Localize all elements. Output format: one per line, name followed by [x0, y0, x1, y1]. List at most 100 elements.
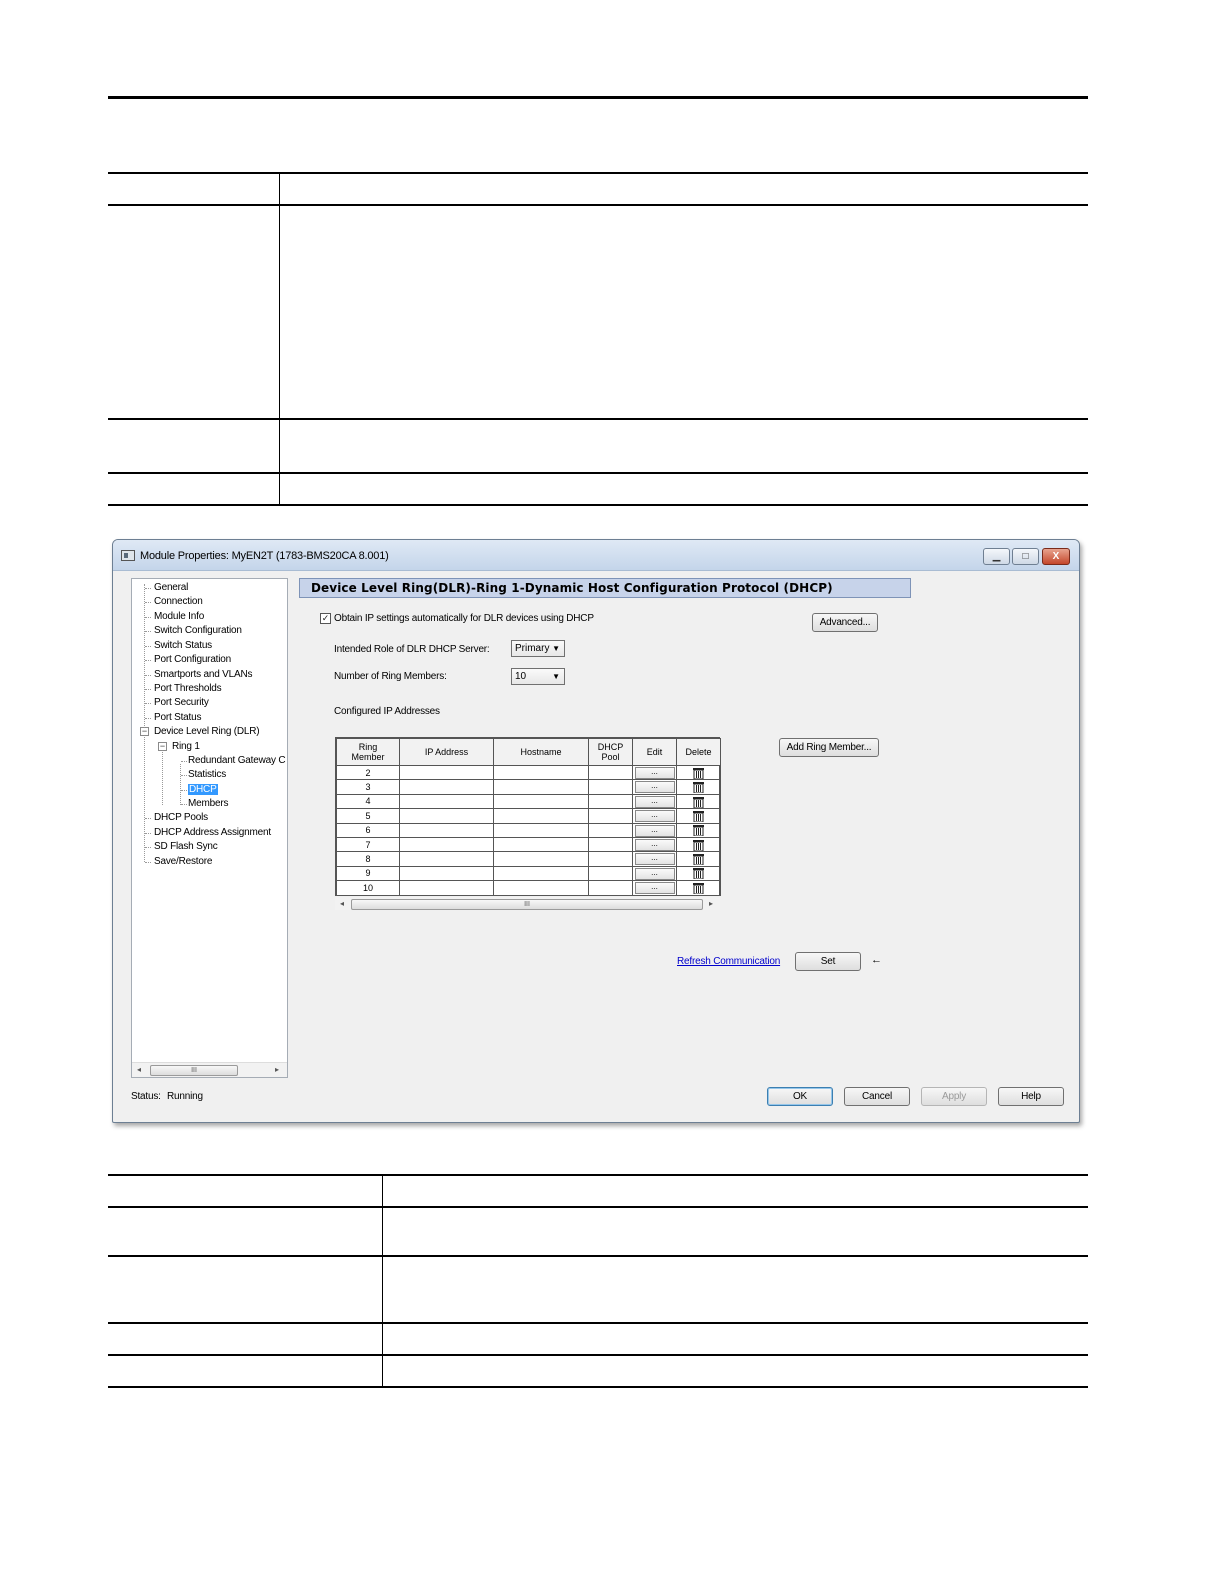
dhcp-pool-cell[interactable]	[588, 808, 633, 824]
scroll-right-icon[interactable]: ▸	[709, 899, 713, 908]
column-header-ring-member[interactable]: Ring Member	[336, 738, 400, 766]
tree-item-port-security[interactable]: Port Security	[154, 697, 209, 709]
tree-item-members[interactable]: Members	[188, 798, 228, 810]
expander-dlr[interactable]: −	[140, 727, 149, 736]
column-header-dhcp-pool[interactable]: DHCP Pool	[588, 738, 633, 766]
refresh-communication-link[interactable]: Refresh Communication	[677, 956, 780, 967]
delete-cell[interactable]	[676, 865, 721, 882]
edit-button[interactable]: ...	[634, 838, 675, 851]
tree-item-device-level-ring[interactable]: Device Level Ring (DLR)	[154, 726, 260, 738]
hostname-cell[interactable]	[493, 793, 589, 810]
tree-item-switch-configuration[interactable]: Switch Configuration	[154, 625, 242, 637]
edit-button[interactable]: ...	[634, 767, 675, 779]
tree-item-module-info[interactable]: Module Info	[154, 611, 204, 623]
delete-cell[interactable]	[676, 764, 721, 781]
ip-address-cell[interactable]	[399, 793, 494, 810]
dhcp-pool-cell[interactable]	[588, 822, 633, 838]
table-row[interactable]: 9...	[336, 865, 721, 882]
table-row[interactable]: 6...	[336, 822, 721, 838]
tree-item-smartports-vlans[interactable]: Smartports and VLANs	[154, 669, 252, 681]
ok-button[interactable]: OK	[767, 1087, 833, 1106]
delete-cell[interactable]	[676, 836, 721, 853]
grid-horizontal-scrollbar[interactable]: ◂ III ▸	[335, 897, 720, 910]
table-row[interactable]: 7...	[336, 836, 721, 853]
scroll-left-icon[interactable]: ◂	[137, 1065, 141, 1074]
hostname-cell[interactable]	[493, 851, 589, 867]
edit-button[interactable]: ...	[634, 824, 675, 837]
tree-item-sd-flash-sync[interactable]: SD Flash Sync	[154, 841, 218, 853]
hostname-cell[interactable]	[493, 836, 589, 853]
dhcp-pool-cell[interactable]	[588, 793, 633, 810]
ring-members-select[interactable]: 10 ▼	[511, 668, 565, 685]
column-header-hostname[interactable]: Hostname	[493, 738, 589, 766]
ip-address-cell[interactable]	[399, 865, 494, 882]
cancel-button[interactable]: Cancel	[844, 1087, 910, 1106]
table-row[interactable]: 10...	[336, 880, 721, 896]
scroll-thumb[interactable]: III	[351, 899, 703, 910]
edit-button[interactable]: ...	[634, 867, 675, 880]
column-header-delete[interactable]: Delete	[676, 738, 721, 766]
dhcp-pool-cell[interactable]	[588, 779, 633, 795]
edit-button[interactable]: ...	[634, 781, 675, 794]
dhcp-pool-cell[interactable]	[588, 880, 633, 896]
hostname-cell[interactable]	[493, 865, 589, 882]
scroll-right-icon[interactable]: ▸	[275, 1065, 279, 1074]
column-header-ip-address[interactable]: IP Address	[399, 738, 494, 766]
hostname-cell[interactable]	[493, 880, 589, 896]
tree-item-general[interactable]: General	[154, 582, 188, 594]
tree-item-switch-status[interactable]: Switch Status	[154, 640, 212, 652]
ip-address-cell[interactable]	[399, 880, 494, 896]
tree-item-port-thresholds[interactable]: Port Thresholds	[154, 683, 222, 695]
tree-item-dhcp-address-assignment[interactable]: DHCP Address Assignment	[154, 827, 271, 839]
obtain-ip-checkbox[interactable]: ✓	[320, 613, 331, 624]
expander-ring-1[interactable]: −	[158, 742, 167, 751]
table-row[interactable]: 4...	[336, 793, 721, 810]
close-button[interactable]: X	[1042, 548, 1070, 565]
ip-address-cell[interactable]	[399, 779, 494, 795]
edit-button[interactable]: ...	[634, 882, 675, 895]
hostname-cell[interactable]	[493, 808, 589, 824]
tree-item-dhcp-pools[interactable]: DHCP Pools	[154, 812, 208, 824]
table-row[interactable]: 3...	[336, 779, 721, 795]
table-row[interactable]: 5...	[336, 808, 721, 824]
tree-item-port-configuration[interactable]: Port Configuration	[154, 654, 231, 666]
ip-address-cell[interactable]	[399, 808, 494, 824]
hostname-cell[interactable]	[493, 764, 589, 781]
delete-cell[interactable]	[676, 822, 721, 838]
add-ring-member-button[interactable]: Add Ring Member...	[779, 738, 879, 757]
ip-address-cell[interactable]	[399, 836, 494, 853]
scroll-left-icon[interactable]: ◂	[340, 899, 344, 908]
tree-item-statistics[interactable]: Statistics	[188, 769, 226, 781]
intended-role-select[interactable]: Primary ▼	[511, 640, 565, 657]
hostname-cell[interactable]	[493, 779, 589, 795]
help-button[interactable]: Help	[998, 1087, 1064, 1106]
delete-cell[interactable]	[676, 880, 721, 896]
apply-button[interactable]: Apply	[921, 1087, 987, 1106]
tree-item-ring-1[interactable]: Ring 1	[172, 741, 200, 753]
advanced-button[interactable]: Advanced...	[812, 613, 878, 632]
tree-item-save-restore[interactable]: Save/Restore	[154, 856, 212, 868]
delete-cell[interactable]	[676, 851, 721, 867]
set-button[interactable]: Set	[795, 952, 861, 971]
tree-item-connection[interactable]: Connection	[154, 596, 203, 608]
tree-item-redundant-gateway[interactable]: Redundant Gateway C	[188, 755, 286, 767]
tree-item-dhcp[interactable]: DHCP	[188, 784, 218, 796]
dhcp-pool-cell[interactable]	[588, 764, 633, 781]
delete-cell[interactable]	[676, 779, 721, 795]
dhcp-pool-cell[interactable]	[588, 865, 633, 882]
edit-button[interactable]: ...	[634, 810, 675, 823]
dhcp-pool-cell[interactable]	[588, 851, 633, 867]
delete-cell[interactable]	[676, 808, 721, 824]
ip-address-cell[interactable]	[399, 851, 494, 867]
ip-address-cell[interactable]	[399, 822, 494, 838]
edit-button[interactable]: ...	[634, 795, 675, 808]
tree-item-port-status[interactable]: Port Status	[154, 712, 201, 724]
maximize-button[interactable]: □	[1012, 548, 1039, 565]
table-row[interactable]: 2...	[336, 764, 721, 781]
hostname-cell[interactable]	[493, 822, 589, 838]
ip-address-cell[interactable]	[399, 764, 494, 781]
delete-cell[interactable]	[676, 793, 721, 810]
table-row[interactable]: 8...	[336, 851, 721, 867]
minimize-button[interactable]: ▁	[983, 548, 1010, 565]
column-header-edit[interactable]: Edit	[632, 738, 677, 766]
